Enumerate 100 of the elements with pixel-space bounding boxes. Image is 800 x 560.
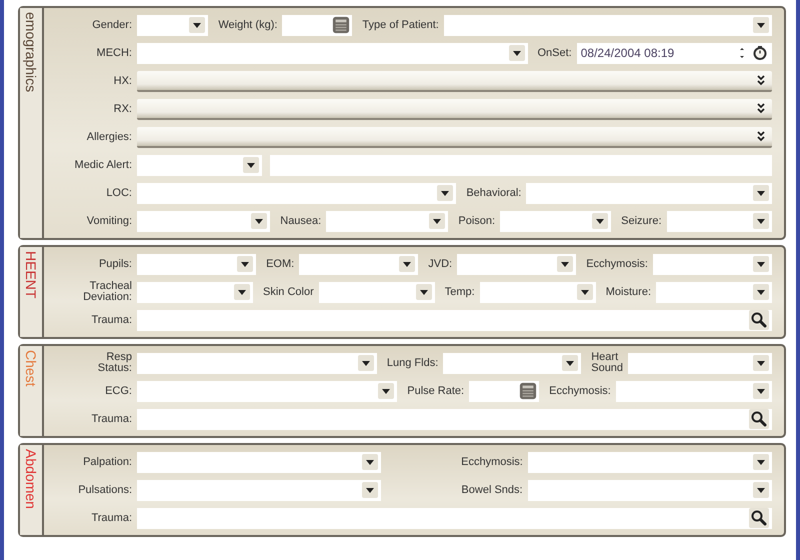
caret-icon — [508, 45, 524, 61]
field-label: Pulse Rate: — [406, 386, 466, 396]
dropdown[interactable] — [528, 480, 772, 500]
dropdown[interactable] — [500, 210, 612, 232]
field-label: Pulsations: — [77, 484, 133, 496]
field-label: Temp: — [444, 286, 476, 298]
dropdown[interactable] — [326, 210, 448, 232]
clock-icon[interactable] — [752, 45, 768, 61]
dropdown[interactable] — [137, 452, 382, 472]
dropdown[interactable] — [457, 254, 576, 274]
caret-icon — [753, 454, 769, 470]
expand-bar[interactable] — [137, 70, 772, 92]
dropdown[interactable] — [137, 254, 256, 274]
field-label: Trauma: — [90, 314, 133, 326]
search-icon[interactable] — [749, 310, 769, 330]
caret-icon — [753, 383, 769, 399]
dropdown[interactable] — [137, 14, 208, 36]
field-label: Heart Sound — [590, 352, 624, 374]
field-label: Ecchymosis: — [460, 456, 524, 468]
field-label: Resp Status: — [96, 352, 133, 374]
caret-icon — [362, 482, 378, 498]
field-label: Ecchymosis: — [548, 386, 612, 396]
section-title: HEENT — [22, 251, 40, 300]
caret-icon — [753, 185, 769, 201]
dropdown[interactable] — [137, 182, 456, 204]
dropdown[interactable] — [616, 380, 772, 402]
expand-bar[interactable] — [137, 98, 772, 120]
dropdown[interactable] — [656, 282, 772, 302]
dropdown[interactable] — [480, 282, 596, 302]
section-tab[interactable]: emographics — [20, 8, 44, 238]
caret-icon — [234, 284, 250, 300]
double-chevron-icon — [756, 130, 766, 142]
dropdown[interactable] — [137, 210, 270, 232]
dropdown[interactable] — [628, 352, 772, 374]
section-tab[interactable]: Chest — [20, 346, 44, 436]
caret-icon — [753, 256, 770, 272]
field-label: OnSet: — [536, 48, 573, 58]
field-label: EOM: — [265, 258, 296, 270]
caret-icon — [416, 284, 432, 300]
field-label: Trauma: — [90, 414, 133, 424]
dropdown[interactable] — [137, 380, 398, 402]
field-label: Seizure: — [620, 216, 662, 226]
section-title: Chest — [22, 350, 40, 389]
field-label: Moisture: — [604, 286, 652, 298]
section-title: emographics — [22, 12, 40, 94]
text-field[interactable] — [270, 154, 772, 176]
dropdown[interactable] — [137, 42, 528, 64]
field-label: Vomiting: — [86, 216, 133, 226]
section-title: Abdomen — [22, 449, 40, 511]
spinner-icon[interactable] — [738, 45, 746, 61]
dropdown[interactable] — [652, 254, 772, 274]
search-icon[interactable] — [749, 508, 769, 528]
search-icon[interactable] — [749, 409, 769, 429]
caret-icon — [562, 355, 578, 371]
dropdown[interactable] — [443, 352, 582, 374]
search-field[interactable] — [137, 310, 772, 330]
caret-icon — [189, 17, 206, 33]
dropdown[interactable] — [666, 210, 772, 232]
caret-icon — [237, 256, 254, 272]
caret-icon — [753, 284, 770, 300]
field-label: Trauma: — [90, 512, 133, 524]
field-label: Palpation: — [82, 456, 133, 468]
dropdown[interactable] — [444, 14, 772, 36]
field-label: ECG: — [104, 386, 133, 396]
double-chevron-icon — [756, 74, 766, 86]
calculator-icon[interactable] — [332, 16, 350, 34]
field-label: Tracheal Deviation: — [82, 281, 133, 303]
field-label: HX: — [112, 76, 133, 86]
calculator-icon[interactable] — [519, 382, 538, 400]
field-label: Behavioral: — [465, 188, 522, 198]
search-field[interactable] — [137, 508, 772, 528]
caret-icon — [243, 157, 260, 173]
dropdown[interactable] — [137, 154, 262, 176]
double-chevron-icon — [756, 102, 766, 114]
caret-icon — [592, 213, 608, 229]
date-time-field[interactable]: 08/24/2004 08:19 — [576, 42, 772, 64]
caret-icon — [753, 17, 769, 33]
dropdown[interactable] — [137, 480, 382, 500]
dropdown[interactable] — [318, 282, 435, 302]
field-label: Lung Flds: — [386, 358, 440, 368]
dropdown[interactable] — [137, 282, 254, 302]
search-field[interactable] — [137, 408, 772, 430]
field-label: LOC: — [105, 188, 133, 198]
section-tab[interactable]: Abdomen — [20, 445, 44, 535]
field-label: Allergies: — [86, 132, 133, 142]
field-label: JVD: — [427, 258, 454, 270]
expand-bar[interactable] — [137, 126, 772, 148]
caret-icon — [437, 185, 454, 201]
caret-icon — [358, 355, 374, 371]
caret-icon — [576, 284, 593, 300]
dropdown[interactable] — [528, 452, 772, 472]
dropdown[interactable] — [299, 254, 418, 274]
field-label: Skin Color — [262, 286, 315, 298]
caret-icon — [429, 213, 446, 229]
dropdown[interactable] — [526, 182, 772, 204]
field-label: MECH: — [96, 48, 133, 58]
field-label: Nausea: — [279, 216, 322, 226]
field-label: RX: — [112, 104, 133, 114]
dropdown[interactable] — [137, 352, 377, 374]
section-tab[interactable]: HEENT — [20, 247, 44, 337]
